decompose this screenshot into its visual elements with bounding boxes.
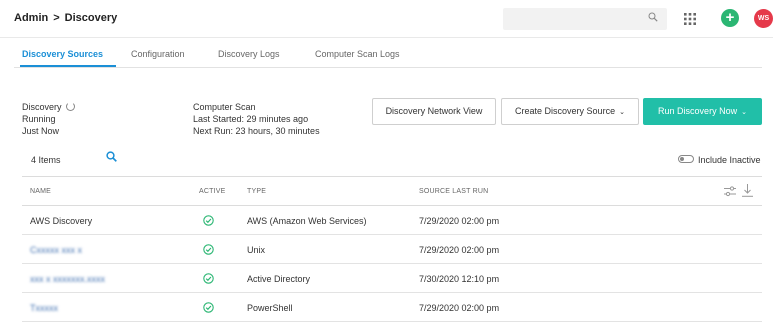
add-button[interactable]: + [721, 9, 739, 27]
column-header-type[interactable]: Type [247, 188, 266, 195]
breadcrumb: Admin > Discovery [14, 12, 117, 24]
run-discovery-now-label: Run Discovery Now [658, 106, 738, 116]
table-row[interactable]: Txxxxx PowerShell 7/29/2020 02:00 pm [22, 293, 762, 322]
chevron-down-icon: ⌄ [741, 109, 747, 116]
search-icon[interactable] [106, 151, 117, 162]
column-header-last-run[interactable]: Source Last Run [419, 188, 488, 195]
discovery-state: Running [22, 114, 56, 124]
computer-scan-status: Computer Scan Last Started: 29 minutes a… [193, 101, 320, 137]
tab-configuration[interactable]: Configuration [131, 49, 185, 59]
table-row[interactable]: AWS Discovery AWS (Amazon Web Services) … [22, 206, 762, 235]
row-type: Unix [247, 245, 266, 255]
include-inactive-label: Include Inactive [698, 155, 761, 165]
row-name[interactable]: Txxxxx [30, 303, 58, 313]
column-header-active[interactable]: Active [199, 188, 225, 195]
toggle-knob [680, 157, 684, 161]
row-type: PowerShell [247, 303, 293, 313]
row-type: Active Directory [247, 274, 311, 284]
global-search-input[interactable] [503, 8, 667, 30]
chevron-down-icon: ⌄ [619, 109, 625, 116]
active-tab-indicator [20, 65, 116, 67]
column-header-name[interactable]: Name [30, 188, 51, 195]
user-avatar[interactable]: WS [754, 9, 773, 28]
table-row[interactable]: Cxxxxx xxx x Unix 7/29/2020 02:00 pm [22, 235, 762, 264]
computer-scan-last-started: Last Started: 29 minutes ago [193, 114, 309, 124]
row-name[interactable]: xxx x xxxxxxx.xxxx [30, 274, 105, 284]
row-name[interactable]: Cxxxxx xxx x [30, 245, 82, 255]
row-last-run: 7/30/2020 12:10 pm [419, 274, 500, 284]
tab-discovery-logs[interactable]: Discovery Logs [218, 49, 280, 59]
tab-discovery-sources[interactable]: Discovery Sources [22, 49, 103, 59]
row-name[interactable]: AWS Discovery [30, 216, 92, 226]
table-header: Name Active Type Source Last Run [22, 176, 762, 206]
row-last-run: 7/29/2020 02:00 pm [419, 245, 500, 255]
discovery-status: Discovery Running Just Now [22, 101, 75, 137]
loading-spinner-icon [65, 102, 75, 111]
column-settings-icon[interactable] [724, 186, 736, 197]
tab-computer-scan-logs[interactable]: Computer Scan Logs [315, 49, 400, 59]
row-last-run: 7/29/2020 02:00 pm [419, 216, 500, 226]
computer-scan-next-run: Next Run: 23 hours, 30 minutes [193, 126, 320, 136]
tab-bar: Discovery Sources Configuration Discover… [14, 38, 762, 68]
items-count: 4 Items [31, 155, 61, 165]
search-icon [648, 12, 658, 22]
discovery-sources-table: Name Active Type Source Last Run AWS Dis… [22, 176, 762, 322]
download-icon[interactable] [742, 184, 753, 197]
breadcrumb-admin[interactable]: Admin [14, 12, 48, 24]
row-type: AWS (Amazon Web Services) [247, 216, 367, 226]
discovery-title: Discovery [22, 102, 62, 112]
active-check-icon [203, 302, 214, 313]
table-row[interactable]: xxx x xxxxxxx.xxxx Active Directory 7/30… [22, 264, 762, 293]
row-last-run: 7/29/2020 02:00 pm [419, 303, 500, 313]
app-grid-icon[interactable] [683, 12, 697, 26]
active-check-icon [203, 215, 214, 226]
discovery-network-view-label: Discovery Network View [385, 106, 483, 116]
create-discovery-source-label: Create Discovery Source [515, 106, 616, 116]
active-check-icon [203, 244, 214, 255]
computer-scan-title: Computer Scan [193, 102, 256, 112]
breadcrumb-discovery: Discovery [64, 12, 118, 24]
breadcrumb-separator: > [53, 12, 60, 24]
create-discovery-source-button[interactable]: Create Discovery Source ⌄ [501, 98, 639, 125]
discovery-time: Just Now [22, 126, 60, 136]
include-inactive-toggle[interactable] [678, 155, 694, 163]
discovery-network-view-button[interactable]: Discovery Network View [372, 98, 496, 125]
run-discovery-now-button[interactable]: Run Discovery Now ⌄ [643, 98, 762, 125]
top-bar: Admin > Discovery + WS [0, 0, 773, 38]
active-check-icon [203, 273, 214, 284]
